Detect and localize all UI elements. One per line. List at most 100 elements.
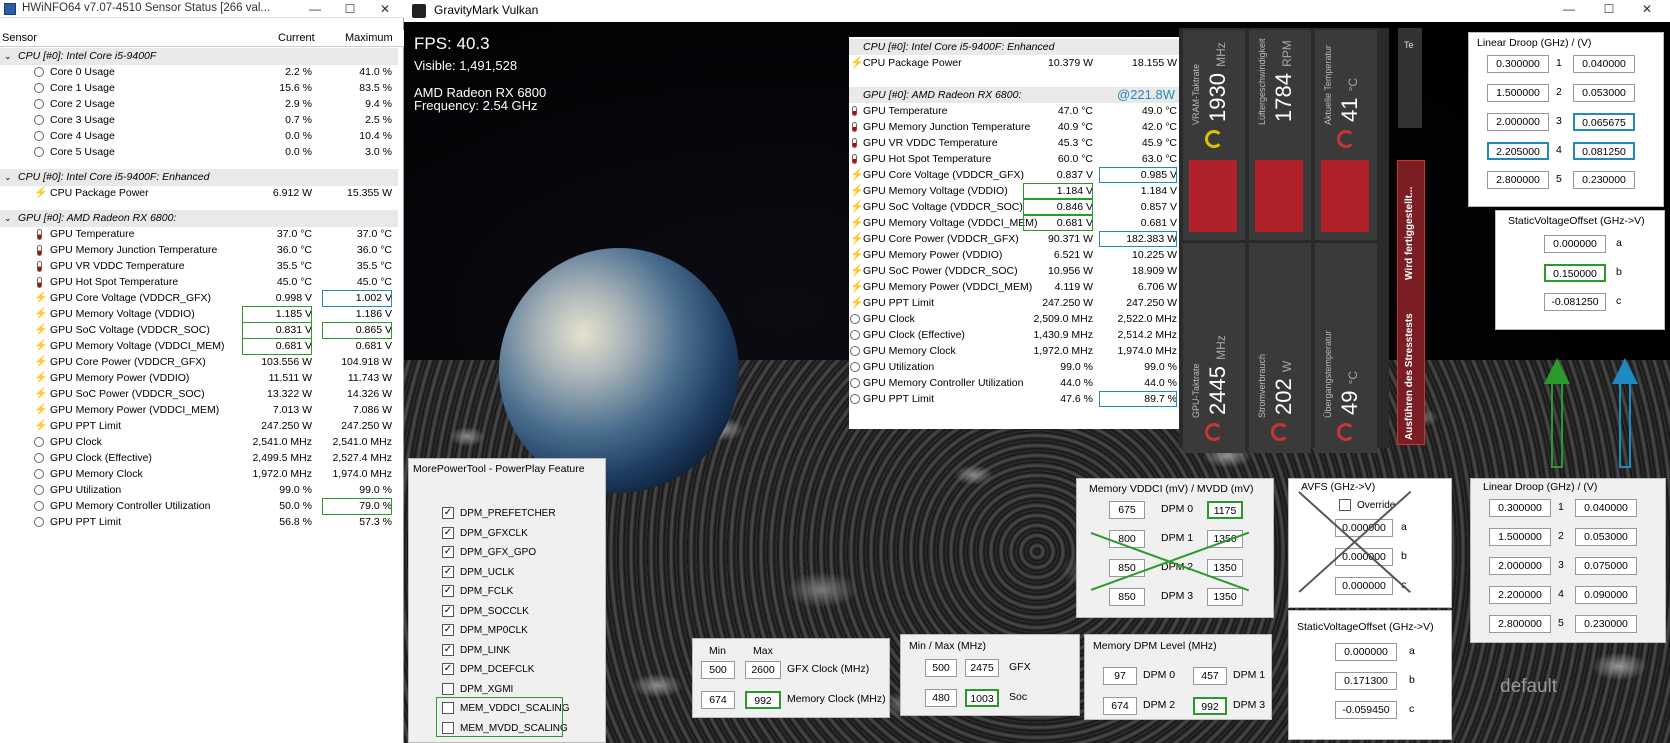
sensor-row[interactable]: Core 2 Usage 2.9 % 9.4 %	[0, 96, 398, 113]
static-offset-field[interactable]: 0.150000	[1544, 264, 1606, 282]
powerplay-checkbox[interactable]: ✓	[442, 604, 454, 617]
sensor-row[interactable]: ⚡ GPU Core Voltage (VDDCR_GFX) 0.998 V 1.00…	[0, 290, 398, 307]
column-current[interactable]: Current	[278, 32, 315, 44]
sensor-row[interactable]: GPU Memory Clock 1,972.0 MHz 1,974.0 MHz	[0, 466, 398, 483]
sensor-row[interactable]: GPU Clock (Effective) 2,499.5 MHz 2,527.4 …	[0, 450, 398, 467]
droop-ghz-field[interactable]: 0.300000	[1489, 499, 1551, 517]
droop-volt-field[interactable]: 0.090000	[1575, 586, 1637, 604]
sensor-row[interactable]: Core 4 Usage 0.0 % 10.4 %	[0, 128, 398, 145]
static-offset-field[interactable]: -0.059450	[1335, 701, 1397, 719]
collapse-chevron-icon[interactable]: ⌄	[4, 210, 12, 227]
gm-maximize-button[interactable]: ☐	[1594, 0, 1624, 18]
sensor-row[interactable]: GPU Hot Spot Temperature 45.0 °C 45.0 °C	[0, 274, 398, 291]
droop-volt-field[interactable]: 0.053000	[1573, 84, 1635, 102]
vddci-field[interactable]: 675	[1109, 501, 1145, 519]
column-maximum[interactable]: Maximum	[345, 32, 393, 44]
sensor-row[interactable]: GPU PPT Limit 56.8 % 57.3 %	[0, 514, 398, 531]
powerplay-checkbox[interactable]: ✓	[442, 663, 454, 675]
collapse-chevron-icon[interactable]: ⌄	[4, 169, 12, 186]
droop-volt-field[interactable]: 0.053000	[1575, 528, 1637, 546]
sensor-row[interactable]: GPU Temperature 37.0 °C 37.0 °C	[0, 226, 398, 243]
powerplay-checkbox[interactable]: ✓	[442, 565, 454, 578]
sensor-max-value: 9.4 %	[365, 98, 392, 110]
droop-ghz-field[interactable]: 1.500000	[1487, 84, 1549, 102]
sensor-row[interactable]: GPU Clock 2,541.0 MHz 2,541.0 MHz	[0, 434, 398, 451]
droop-volt-field[interactable]: 0.081250	[1573, 142, 1635, 160]
mvdd-field[interactable]: 1350	[1207, 559, 1243, 577]
static-offset-field[interactable]: 0.171300	[1335, 672, 1397, 690]
close-button[interactable]: ✕	[370, 0, 400, 18]
droop-ghz-field[interactable]: 2.000000	[1489, 557, 1551, 575]
droop-volt-field[interactable]: 0.065675	[1573, 113, 1635, 131]
sensor-row[interactable]: ⚡ GPU Memory Voltage (VDDCI_MEM) 0.681 V 0.…	[0, 338, 398, 355]
junction-temp-unit: °C	[1346, 370, 1360, 385]
droop-ghz-field[interactable]: 2.200000	[1489, 586, 1551, 604]
mem-dpm2-field[interactable]: 674	[1103, 697, 1137, 715]
sensor-group-header[interactable]: ⌄ CPU [#0]: Intel Core i5-9400F	[0, 48, 398, 65]
mvdd-field[interactable]: 1175	[1207, 501, 1243, 519]
static-offset-field[interactable]: -0.081250	[1544, 293, 1606, 311]
powerplay-checkbox[interactable]	[442, 682, 454, 695]
gfx-clock-max-field[interactable]: 2600	[745, 661, 781, 679]
soc-max-field[interactable]: 1003	[965, 689, 999, 707]
static-offset-field[interactable]: 0.000000	[1335, 643, 1397, 661]
droop-ghz-field[interactable]: 1.500000	[1489, 528, 1551, 546]
gfx-clock-min-field[interactable]: 500	[701, 661, 735, 679]
powerplay-checkbox[interactable]: ✓	[442, 526, 454, 539]
droop-volt-field[interactable]: 0.040000	[1573, 55, 1635, 73]
sensor-row[interactable]: Core 5 Usage 0.0 % 3.0 %	[0, 144, 398, 161]
sensor-row[interactable]: ⚡ GPU PPT Limit 247.250 W 247.250 W	[0, 418, 398, 435]
sensor-row[interactable]: GPU Utilization 99.0 % 99.0 %	[0, 482, 398, 499]
powerplay-checkbox[interactable]: ✓	[442, 585, 454, 597]
sensor-row[interactable]: ⚡ CPU Package Power 6.912 W 15.355 W	[0, 185, 398, 202]
powerplay-checkbox[interactable]: ✓	[442, 507, 454, 519]
mem-dpm3-field[interactable]: 992	[1193, 697, 1227, 715]
sensor-row[interactable]: ⚡ GPU Memory Voltage (VDDIO) 1.185 V 1.186 …	[0, 306, 398, 323]
mem-clock-min-field[interactable]: 674	[701, 691, 735, 709]
droop-ghz-field[interactable]: 2.205000	[1487, 142, 1549, 160]
maximize-button[interactable]: ☐	[335, 0, 365, 18]
minimize-button[interactable]: —	[300, 0, 330, 18]
gfx-min-field[interactable]: 500	[925, 659, 957, 677]
droop-ghz-field[interactable]: 2.000000	[1487, 113, 1549, 131]
powerplay-checkbox[interactable]: ✓	[442, 546, 454, 558]
static-offset-field[interactable]: 0.000000	[1544, 235, 1606, 253]
powerplay-checkbox[interactable]: ✓	[442, 643, 454, 656]
sensor-row[interactable]: Core 3 Usage 0.7 % 2.5 %	[0, 112, 398, 129]
sensor-row[interactable]: ⚡ GPU Memory Power (VDDIO) 11.511 W 11.743 …	[0, 370, 398, 387]
droop-ghz-field[interactable]: 0.300000	[1487, 55, 1549, 73]
sensor-row[interactable]: ⚡ GPU SoC Power (VDDCR_SOC) 13.322 W 14.326…	[0, 386, 398, 403]
droop-ghz-field[interactable]: 2.800000	[1489, 615, 1551, 633]
sensor-row[interactable]: ⚡ GPU Core Power (VDDCR_GFX) 103.556 W 104.…	[0, 354, 398, 371]
vddci-field[interactable]: 850	[1109, 559, 1145, 577]
sensor-row[interactable]: Core 0 Usage 2.2 % 41.0 %	[0, 64, 398, 81]
sensor-row[interactable]: GPU Memory Junction Temperature 36.0 °C 36…	[0, 242, 398, 259]
sensor-group-header[interactable]: ⌄ GPU [#0]: AMD Radeon RX 6800:	[0, 210, 398, 227]
soc-min-field[interactable]: 480	[925, 689, 957, 707]
sensor-row[interactable]: ⚡ GPU SoC Voltage (VDDCR_SOC) 0.831 V 0.865…	[0, 322, 398, 339]
avfs-field[interactable]: 0.000000	[1335, 519, 1393, 537]
sensor-row[interactable]: Core 1 Usage 15.6 % 83.5 %	[0, 80, 398, 97]
powerplay-checkbox[interactable]: ✓	[442, 624, 454, 636]
droop-volt-field[interactable]: 0.230000	[1573, 171, 1635, 189]
gfx-max-field[interactable]: 2475	[965, 659, 999, 677]
droop-volt-field[interactable]: 0.040000	[1575, 499, 1637, 517]
sensor-row[interactable]: GPU Memory Controller Utilization 50.0 % 7…	[0, 498, 398, 515]
mem-dpm1-field[interactable]: 457	[1193, 667, 1227, 685]
droop-volt-field[interactable]: 0.230000	[1575, 615, 1637, 633]
vddci-field[interactable]: 850	[1109, 588, 1145, 606]
gm-minimize-button[interactable]: —	[1554, 0, 1584, 18]
sensor-group-header[interactable]: ⌄ CPU [#0]: Intel Core i5-9400F: Enhanced	[0, 169, 398, 186]
mem-clock-max-field[interactable]: 992	[745, 691, 781, 709]
column-sensor[interactable]: Sensor	[2, 32, 37, 44]
droop-volt-field[interactable]: 0.075000	[1575, 557, 1637, 575]
collapse-chevron-icon[interactable]: ⌄	[4, 48, 12, 65]
mvdd-field[interactable]: 1350	[1207, 588, 1243, 606]
mem-dpm0-field[interactable]: 97	[1103, 667, 1137, 685]
override-checkbox[interactable]	[1339, 499, 1351, 511]
sensor-row[interactable]: ⚡ GPU Memory Power (VDDCI_MEM) 7.013 W 7.08…	[0, 402, 398, 419]
sensor-row[interactable]: GPU VR VDDC Temperature 35.5 °C 35.5 °C	[0, 258, 398, 275]
gm-close-button[interactable]: ✕	[1632, 0, 1662, 18]
droop-ghz-field[interactable]: 2.800000	[1487, 171, 1549, 189]
avfs-field[interactable]: 0.000000	[1335, 577, 1393, 595]
